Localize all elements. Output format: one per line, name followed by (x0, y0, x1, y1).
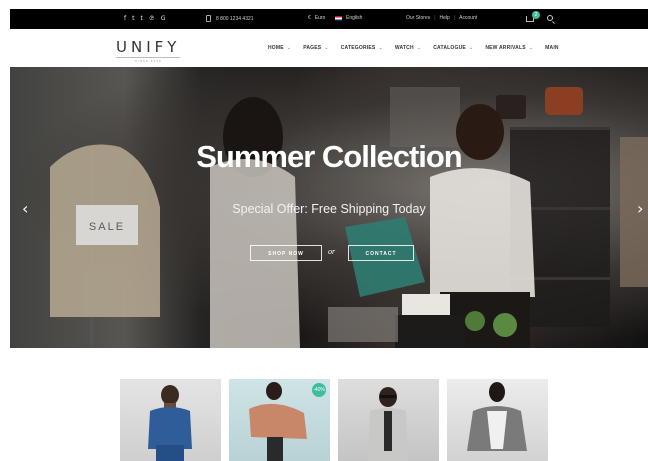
next-slide-icon[interactable]: › (637, 199, 643, 218)
google-plus-icon[interactable]: G (161, 15, 166, 22)
menu-label: WATCH (394, 45, 414, 51)
tumblr-icon[interactable]: t (140, 15, 142, 22)
facebook-icon[interactable]: f (124, 15, 126, 22)
product-image (467, 382, 527, 451)
menu-item-home[interactable]: HOME ⌄ (268, 45, 291, 51)
hero-banner: SALE Summer Collection Special Offer: Fr… (10, 67, 648, 348)
account-links: Our Stores | Help | Account (406, 15, 477, 21)
help-link[interactable]: Help (440, 15, 450, 21)
hero-subtitle: Special Offer: Free Shipping Today (232, 202, 426, 216)
chevron-down-icon: ⌄ (324, 45, 329, 51)
phone-number: 8 800 1234 4321 (216, 15, 254, 22)
product-image (368, 387, 408, 461)
search-icon[interactable] (547, 15, 553, 21)
uk-flag-icon (335, 15, 342, 21)
euro-icon: € (308, 15, 311, 21)
chevron-down-icon: ⌄ (528, 45, 534, 51)
or-text: or (328, 247, 336, 256)
contact-button[interactable]: CONTACT (348, 245, 414, 261)
menu-label: HOME (268, 45, 284, 51)
shop-now-button[interactable]: SHOP NOW (250, 245, 322, 261)
chevron-down-icon: ⌄ (416, 45, 422, 51)
top-bar: f t t ℗ G 8 800 1234 4321 € Euro English… (10, 9, 648, 29)
menu-label: NEW ARRIVALS (485, 45, 526, 51)
logo-tagline: SINCE 1990 (116, 57, 181, 63)
cart-button[interactable]: 2 (526, 11, 540, 22)
logo-name: UNIFY (116, 38, 181, 56)
menu-item-main[interactable]: MAIN (545, 45, 559, 51)
menu-label: MAIN (545, 45, 559, 51)
chevron-down-icon: ⌄ (286, 45, 292, 51)
phone-contact: 8 800 1234 4321 (206, 15, 254, 22)
hero-title: Summer Collection (196, 139, 463, 174)
product-card[interactable] (338, 379, 439, 461)
page: f t t ℗ G 8 800 1234 4321 € Euro English… (10, 9, 648, 461)
menu-item-catalogue[interactable]: CATALOGUE ⌄ (433, 45, 473, 51)
product-image (148, 385, 192, 461)
main-nav: UNIFY SINCE 1990 HOME ⌄ PAGES ⌄ CATEGORIES… (10, 29, 648, 68)
chevron-down-icon: ⌄ (378, 45, 383, 51)
cart-count-badge: 2 (532, 11, 540, 19)
currency-selector[interactable]: € Euro (308, 15, 325, 21)
menu-label: CATALOGUE (433, 45, 466, 51)
phone-icon (206, 15, 211, 22)
menu-label: PAGES (303, 45, 322, 51)
product-card[interactable] (447, 379, 548, 461)
menu-item-categories[interactable]: CATEGORIES ⌄ (341, 45, 383, 51)
language-label: English (346, 15, 363, 21)
pinterest-icon[interactable]: ℗ (149, 15, 155, 22)
menu-item-new-arrivals[interactable]: NEW ARRIVALS ⌄ (485, 45, 533, 51)
chevron-down-icon: ⌄ (468, 45, 474, 51)
logo[interactable]: UNIFY SINCE 1990 (116, 38, 181, 63)
currency-label: Euro (314, 15, 326, 21)
discount-badge: -40% (312, 383, 326, 397)
product-card[interactable] (120, 379, 221, 461)
divider: | (434, 15, 436, 21)
menu-item-watch[interactable]: WATCH ⌄ (395, 45, 421, 51)
prev-slide-icon[interactable]: ‹ (22, 199, 28, 218)
menu: HOME ⌄ PAGES ⌄ CATEGORIES ⌄ WATCH ⌄ CATALOGU… (268, 45, 571, 51)
menu-item-pages[interactable]: PAGES ⌄ (303, 45, 329, 51)
social-links: f t t ℗ G (124, 15, 166, 22)
divider: | (453, 15, 456, 21)
account-link[interactable]: Account (459, 15, 477, 21)
twitter-icon[interactable]: t (132, 15, 134, 22)
product-grid: -40% (120, 379, 548, 461)
menu-label: CATEGORIES (340, 45, 376, 51)
our-stores-link[interactable]: Our Stores (406, 15, 430, 21)
sale-sign-text: SALE (89, 221, 125, 233)
product-card[interactable]: -40% (229, 379, 330, 461)
language-selector[interactable]: English (335, 15, 362, 21)
